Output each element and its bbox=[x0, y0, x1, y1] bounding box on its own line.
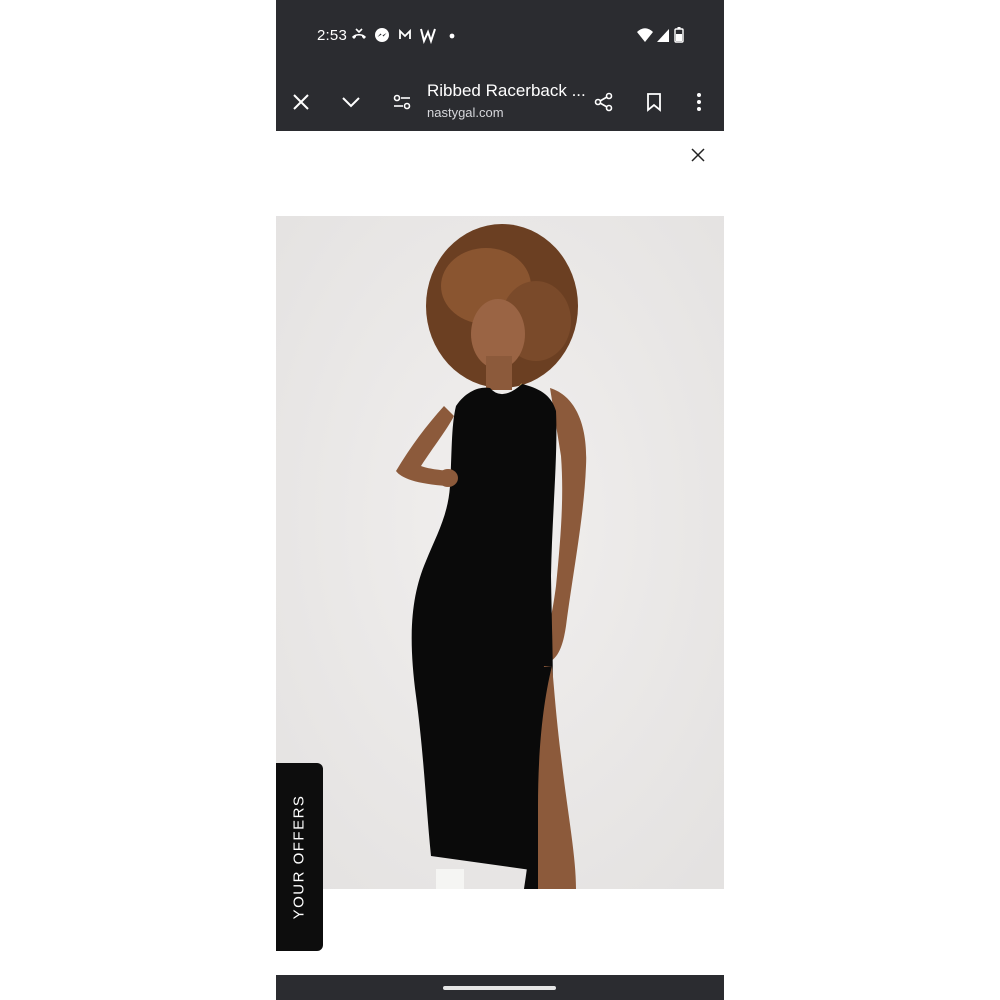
your-offers-tab[interactable]: YOUR OFFERS bbox=[276, 763, 323, 951]
phone-screen: 2:53 Ribbed Racerback ... nastygal.com Y… bbox=[276, 0, 724, 1000]
bookmark-button[interactable] bbox=[636, 84, 672, 120]
minimize-button[interactable] bbox=[333, 84, 369, 120]
page-url: nastygal.com bbox=[427, 105, 504, 120]
close-icon bbox=[691, 148, 705, 162]
your-offers-label: YOUR OFFERS bbox=[290, 794, 308, 920]
share-icon bbox=[594, 92, 613, 112]
more-options-button[interactable] bbox=[681, 84, 717, 120]
bookmark-icon bbox=[647, 93, 661, 112]
gesture-handle[interactable] bbox=[443, 986, 556, 990]
more-icon bbox=[697, 93, 701, 111]
status-bar: 2:53 bbox=[276, 0, 724, 72]
close-icon bbox=[293, 94, 309, 110]
messenger-icon bbox=[375, 28, 389, 42]
w-app-icon bbox=[420, 28, 436, 44]
chevron-down-icon bbox=[342, 97, 360, 108]
wifi-icon bbox=[637, 28, 653, 42]
browser-toolbar: Ribbed Racerback ... nastygal.com bbox=[276, 72, 724, 131]
page-title: Ribbed Racerback ... bbox=[427, 81, 586, 100]
system-nav-bar bbox=[276, 975, 724, 1000]
page-settings-icon bbox=[393, 94, 411, 110]
web-content: YOUR OFFERS bbox=[276, 131, 724, 975]
close-gallery-button[interactable] bbox=[686, 143, 710, 167]
product-image[interactable] bbox=[276, 216, 724, 889]
dot-icon bbox=[449, 33, 455, 39]
missed-call-icon bbox=[352, 28, 366, 39]
battery-icon bbox=[674, 27, 684, 43]
signal-icon bbox=[657, 29, 669, 42]
status-time: 2:53 bbox=[317, 27, 347, 44]
gmail-icon bbox=[399, 28, 411, 39]
model-in-black-dress-image bbox=[276, 216, 724, 889]
close-tab-button[interactable] bbox=[283, 84, 319, 120]
share-button[interactable] bbox=[586, 84, 622, 120]
page-settings-button[interactable] bbox=[384, 84, 420, 120]
